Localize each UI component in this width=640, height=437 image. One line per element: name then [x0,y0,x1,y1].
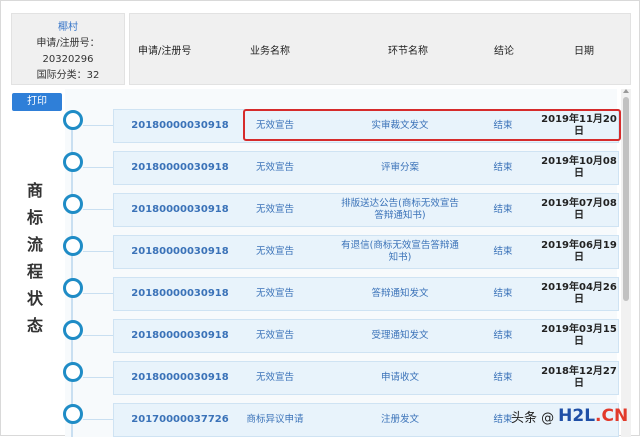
cell-date: 2019年07月08日 [541,198,617,221]
side-title-char: 态 [26,316,43,335]
side-title: 商 标 流 程 状 态 [23,177,47,339]
cell-date: 2019年04月26日 [541,282,617,305]
cell-result: 结束 [493,120,513,131]
watermark-prefix: 头条 @ [511,410,555,426]
table-row[interactable]: 20180000030918 无效宣告 评审分案 结束 2019年10月08日 [113,151,619,185]
watermark-brand: H2L [558,406,596,426]
cell-step: 有退信(商标无效宣告答辩通知书) [341,240,459,263]
side-title-char: 流 [26,235,43,254]
table-row[interactable]: 20180000030918 无效宣告 有退信(商标无效宣告答辩通知书) 结束 … [113,235,619,269]
cell-step: 申请收文 [380,372,419,383]
cell-app-no: 20180000030918 [131,372,229,383]
cell-business: 无效宣告 [255,120,294,131]
timeline-node-icon [63,320,83,340]
cell-app-no: 20170000037726 [131,414,229,425]
cell-step: 评审分案 [380,162,419,173]
column-header-date: 日期 [574,46,594,57]
timeline-connector [83,125,113,126]
vertical-scrollbar[interactable] [621,89,631,437]
timeline-node-icon [63,278,83,298]
watermark: 头条 @ H2L.CN [511,403,628,429]
trademark-status-panel: 椰村 申请/注册号：20320296 国际分类：32 申请/注册号 业务名称 环… [0,0,640,437]
cell-business: 无效宣告 [255,330,294,341]
column-header-app-no: 申请/注册号 [138,46,192,57]
timeline-node-icon [63,152,83,172]
cell-step: 答辩通知发文 [371,288,429,299]
cell-result: 结束 [493,246,513,257]
timeline-node-icon [63,110,83,130]
cell-business: 无效宣告 [255,372,294,383]
watermark-logo: H2L.CN [558,406,628,426]
column-header-result: 结论 [494,46,514,57]
cell-app-no: 20180000030918 [131,288,229,299]
side-title-char: 程 [26,262,43,281]
cell-app-no: 20180000030918 [131,204,229,215]
cell-business: 无效宣告 [255,246,294,257]
timeline-connector [83,335,113,336]
timeline-node-icon [63,194,83,214]
cell-app-no: 20180000030918 [131,246,229,257]
cell-date: 2019年03月15日 [541,324,617,347]
timeline-connector [83,167,113,168]
cell-result: 结束 [493,372,513,383]
cell-date: 2019年10月08日 [541,156,617,179]
print-button[interactable]: 打印 [12,93,62,111]
cell-business: 无效宣告 [255,162,294,173]
cell-app-no: 20180000030918 [131,330,229,341]
table-row[interactable]: 20180000030918 无效宣告 排版送达公告(商标无效宣告答辩通知书) … [113,193,619,227]
cell-result: 结束 [493,330,513,341]
table-header: 申请/注册号 业务名称 环节名称 结论 日期 [129,13,631,85]
cell-step: 受理通知发文 [371,330,429,341]
timeline-connector [83,419,113,420]
cell-app-no: 20180000030918 [131,120,229,131]
cell-step: 注册发文 [380,414,419,425]
column-header-step: 环节名称 [388,46,428,57]
side-title-char: 商 [26,181,43,200]
cell-business: 无效宣告 [255,288,294,299]
timeline-connector [83,293,113,294]
scroll-up-arrow-icon[interactable] [623,89,629,93]
table-row[interactable]: 20180000030918 无效宣告 实审裁文发文 结束 2019年11月20… [113,109,619,143]
timeline-node-icon [63,404,83,424]
column-header-business: 业务名称 [250,46,290,57]
table-row[interactable]: 20180000030918 无效宣告 答辩通知发文 结束 2019年04月26… [113,277,619,311]
scrollbar-thumb[interactable] [623,97,629,301]
watermark-suffix: .CN [595,406,629,426]
timeline-connector [83,377,113,378]
table-row[interactable]: 20180000030918 无效宣告 申请收文 结束 2018年12月27日 [113,361,619,395]
cell-date: 2019年06月19日 [541,240,617,263]
table-row[interactable]: 20180000030918 无效宣告 受理通知发文 结束 2019年03月15… [113,319,619,353]
registration-number: 申请/注册号：20320296 [36,38,100,65]
cell-step: 实审裁文发文 [371,120,429,131]
trademark-owner: 椰村 [58,22,78,33]
international-class: 国际分类：32 [36,70,100,81]
side-title-char: 标 [26,208,43,227]
timeline-connector [83,209,113,210]
timeline-connector [83,251,113,252]
timeline-node-icon [63,362,83,382]
cell-business: 无效宣告 [255,204,294,215]
cell-business: 商标异议申请 [246,414,304,425]
side-title-char: 状 [26,289,43,308]
cell-app-no: 20180000030918 [131,162,229,173]
timeline-node-icon [63,236,83,256]
cell-date: 2019年11月20日 [541,114,617,137]
cell-date: 2018年12月27日 [541,366,617,389]
cell-step: 排版送达公告(商标无效宣告答辩通知书) [341,198,459,221]
cell-result: 结束 [493,204,513,215]
cell-result: 结束 [493,288,513,299]
trademark-info-box: 椰村 申请/注册号：20320296 国际分类：32 [11,13,125,85]
cell-result: 结束 [493,162,513,173]
